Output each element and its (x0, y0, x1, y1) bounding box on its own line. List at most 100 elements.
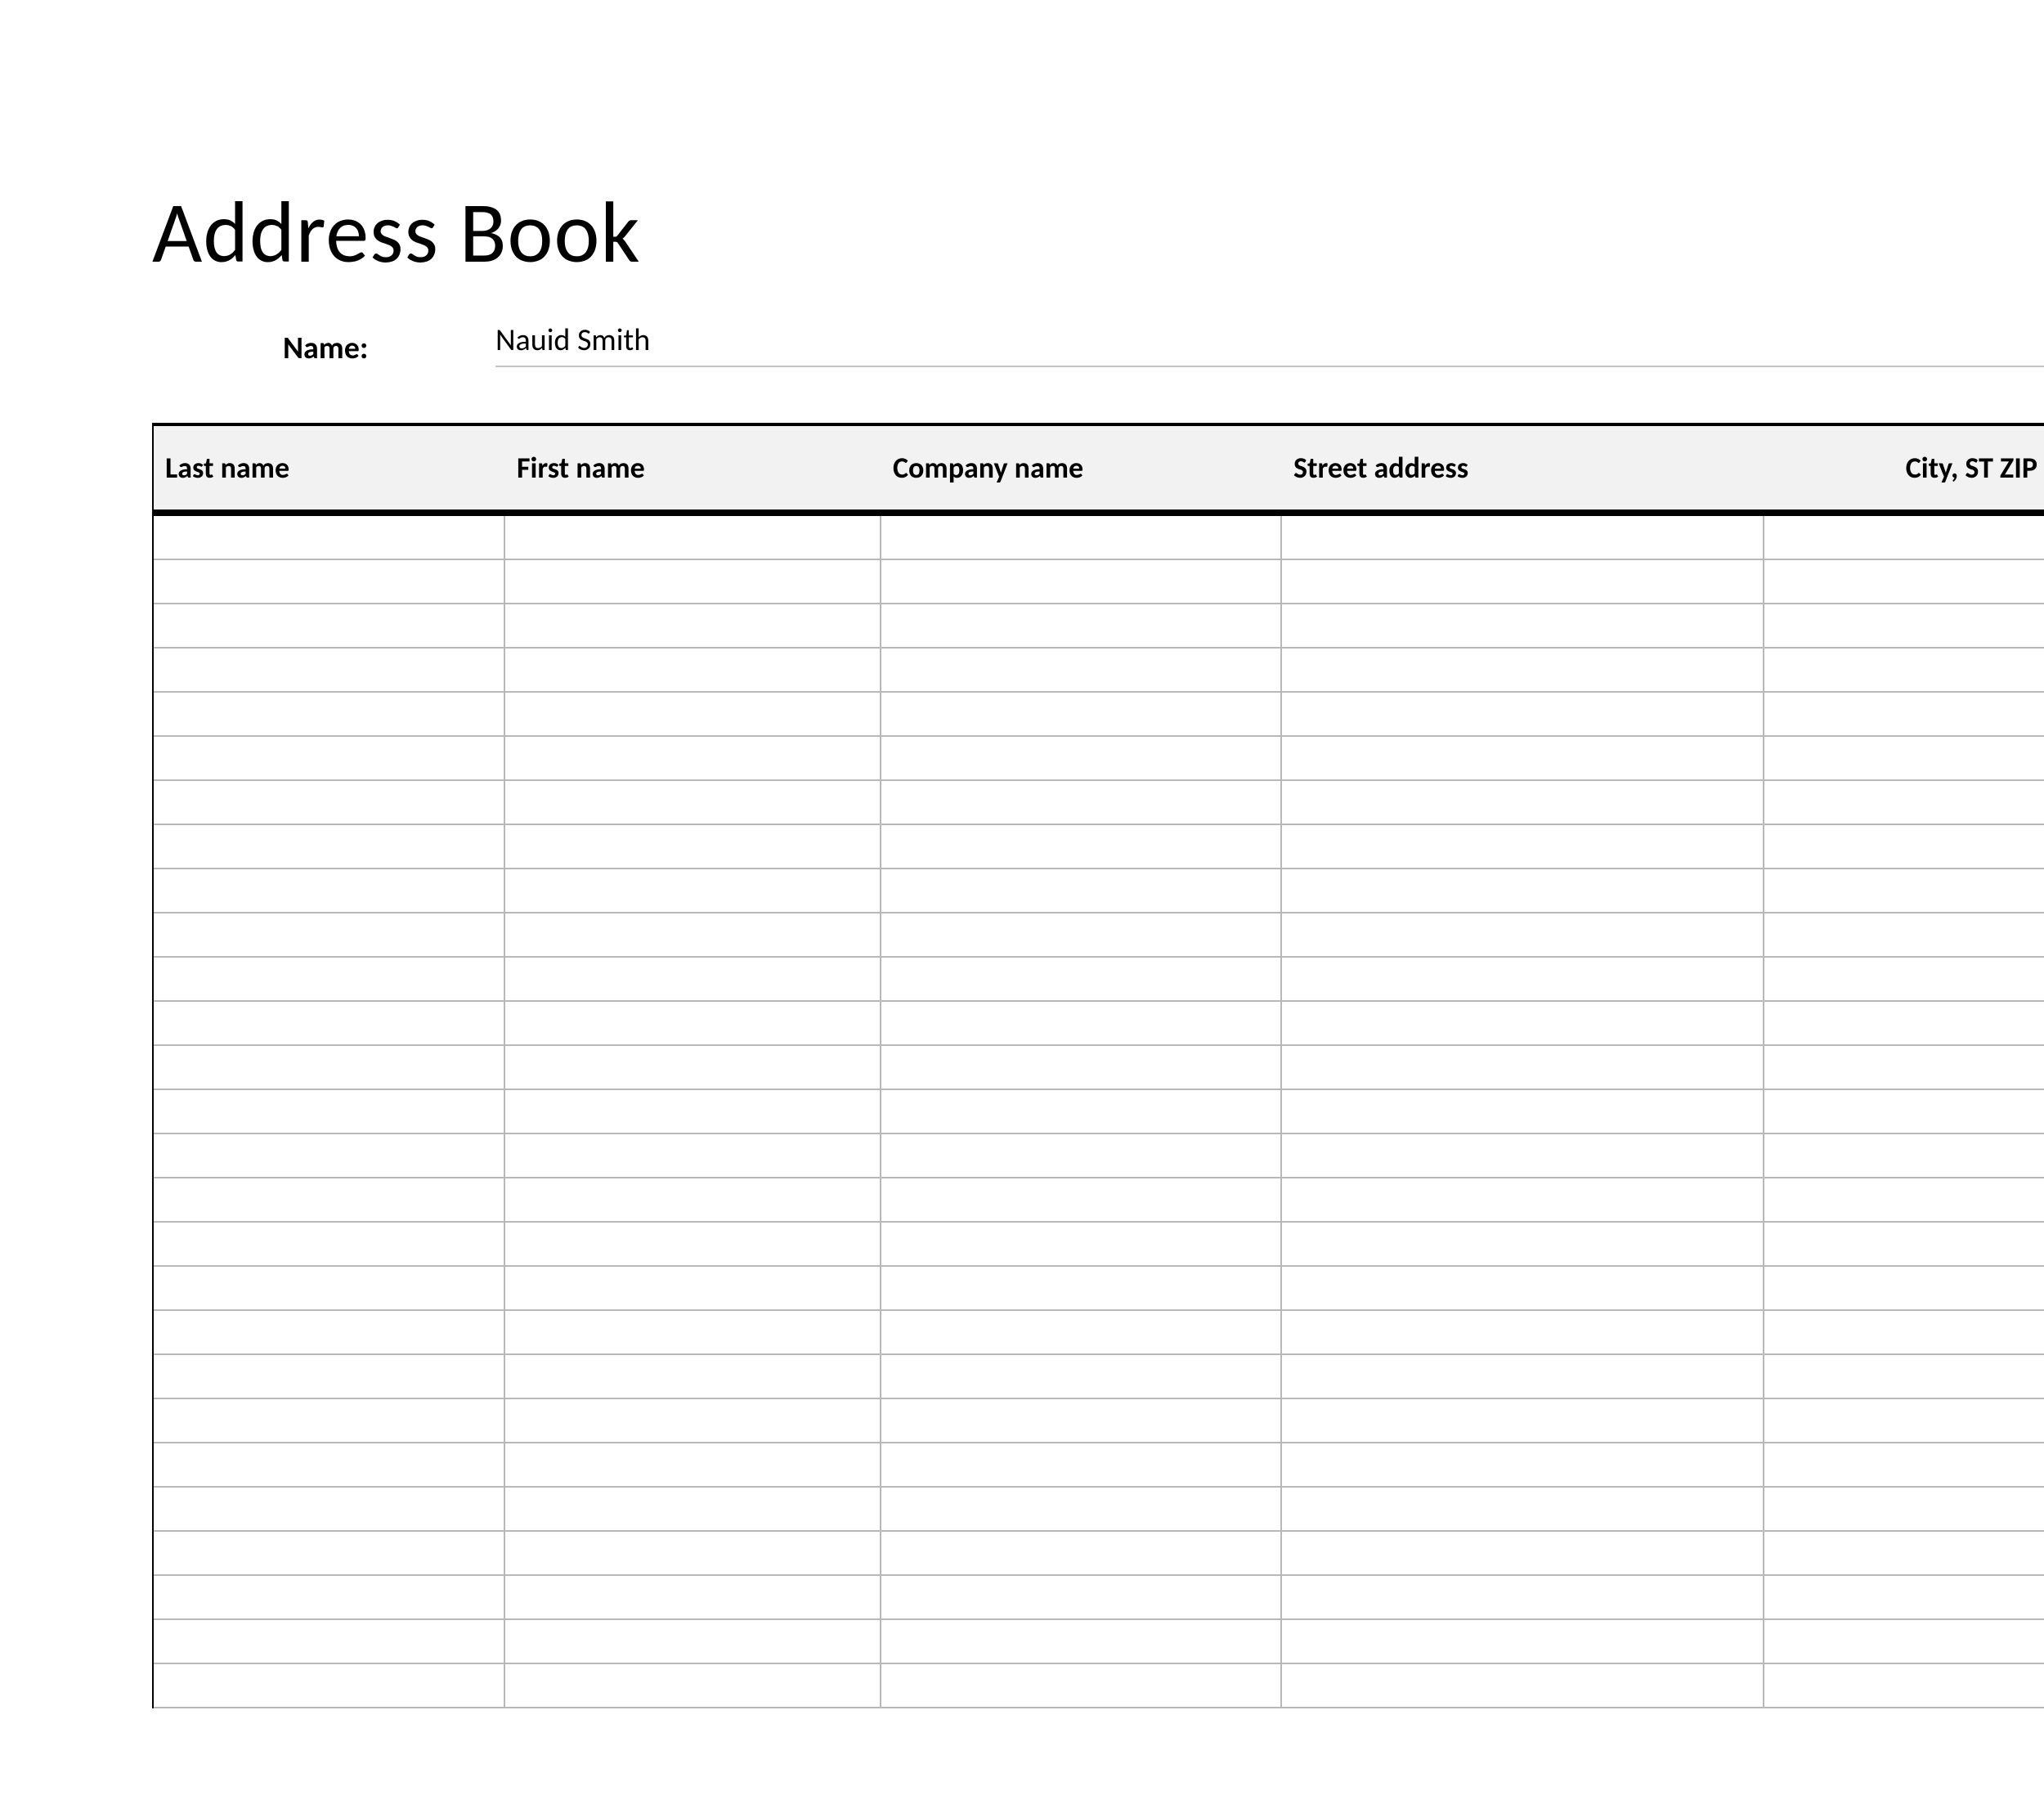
table-cell[interactable] (881, 693, 1282, 735)
table-cell[interactable] (881, 825, 1282, 868)
table-cell[interactable] (1282, 1355, 1764, 1398)
table-cell[interactable] (881, 604, 1282, 647)
table-row[interactable] (154, 958, 2044, 1002)
table-cell[interactable] (1282, 913, 1764, 956)
table-cell[interactable] (1282, 560, 1764, 603)
table-cell[interactable] (505, 1443, 881, 1486)
table-cell[interactable] (1764, 1532, 2044, 1574)
table-cell[interactable] (154, 1178, 505, 1221)
table-cell[interactable] (154, 1002, 505, 1044)
table-cell[interactable] (505, 604, 881, 647)
table-cell[interactable] (154, 1267, 505, 1309)
table-cell[interactable] (1282, 1134, 1764, 1177)
table-row[interactable] (154, 1134, 2044, 1178)
table-cell[interactable] (881, 516, 1282, 559)
table-cell[interactable] (154, 516, 505, 559)
table-cell[interactable] (881, 649, 1282, 691)
table-row[interactable] (154, 1223, 2044, 1267)
table-cell[interactable] (505, 1223, 881, 1265)
table-row[interactable] (154, 825, 2044, 869)
table-cell[interactable] (1282, 649, 1764, 691)
table-cell[interactable] (881, 913, 1282, 956)
table-cell[interactable] (505, 869, 881, 912)
table-cell[interactable] (505, 516, 881, 559)
table-cell[interactable] (881, 1267, 1282, 1309)
table-cell[interactable] (881, 1620, 1282, 1663)
table-cell[interactable] (1764, 737, 2044, 779)
table-cell[interactable] (1764, 825, 2044, 868)
table-cell[interactable] (505, 1355, 881, 1398)
table-cell[interactable] (1764, 1267, 2044, 1309)
table-cell[interactable] (1282, 1090, 1764, 1133)
table-cell[interactable] (505, 1002, 881, 1044)
table-cell[interactable] (505, 649, 881, 691)
table-cell[interactable] (1764, 1002, 2044, 1044)
table-row[interactable] (154, 1620, 2044, 1664)
table-cell[interactable] (1282, 1620, 1764, 1663)
table-row[interactable] (154, 1399, 2044, 1443)
table-row[interactable] (154, 560, 2044, 604)
table-cell[interactable] (1764, 1664, 2044, 1707)
table-cell[interactable] (1282, 1488, 1764, 1530)
table-cell[interactable] (1764, 869, 2044, 912)
table-cell[interactable] (1764, 1311, 2044, 1353)
table-cell[interactable] (881, 1355, 1282, 1398)
table-cell[interactable] (505, 1090, 881, 1133)
table-cell[interactable] (1282, 1002, 1764, 1044)
table-row[interactable] (154, 1002, 2044, 1046)
table-cell[interactable] (505, 825, 881, 868)
table-cell[interactable] (1764, 1178, 2044, 1221)
table-cell[interactable] (154, 1090, 505, 1133)
table-cell[interactable] (505, 1532, 881, 1574)
table-row[interactable] (154, 604, 2044, 649)
table-cell[interactable] (881, 1134, 1282, 1177)
table-row[interactable] (154, 869, 2044, 913)
table-cell[interactable] (505, 737, 881, 779)
table-cell[interactable] (505, 1311, 881, 1353)
table-cell[interactable] (154, 1532, 505, 1574)
table-cell[interactable] (881, 1002, 1282, 1044)
table-cell[interactable] (881, 560, 1282, 603)
table-cell[interactable] (881, 781, 1282, 824)
table-cell[interactable] (1282, 1046, 1764, 1089)
table-cell[interactable] (505, 560, 881, 603)
table-cell[interactable] (1764, 1134, 2044, 1177)
table-cell[interactable] (154, 1576, 505, 1618)
table-cell[interactable] (1282, 1267, 1764, 1309)
table-cell[interactable] (154, 1223, 505, 1265)
table-cell[interactable] (881, 1046, 1282, 1089)
table-cell[interactable] (1282, 1399, 1764, 1442)
table-cell[interactable] (1764, 649, 2044, 691)
table-cell[interactable] (881, 1311, 1282, 1353)
table-cell[interactable] (881, 737, 1282, 779)
table-cell[interactable] (1282, 1532, 1764, 1574)
table-cell[interactable] (1764, 516, 2044, 559)
table-row[interactable] (154, 1355, 2044, 1399)
table-cell[interactable] (154, 1620, 505, 1663)
table-cell[interactable] (1764, 1620, 2044, 1663)
table-cell[interactable] (505, 1399, 881, 1442)
table-cell[interactable] (505, 1488, 881, 1530)
table-row[interactable] (154, 1488, 2044, 1532)
table-cell[interactable] (1282, 516, 1764, 559)
table-cell[interactable] (881, 869, 1282, 912)
table-cell[interactable] (1282, 1443, 1764, 1486)
table-cell[interactable] (505, 1576, 881, 1618)
table-row[interactable] (154, 1664, 2044, 1708)
table-cell[interactable] (154, 604, 505, 647)
table-cell[interactable] (505, 1178, 881, 1221)
table-cell[interactable] (1282, 958, 1764, 1000)
table-cell[interactable] (1282, 1311, 1764, 1353)
table-cell[interactable] (1764, 958, 2044, 1000)
table-cell[interactable] (154, 1443, 505, 1486)
table-cell[interactable] (154, 1046, 505, 1089)
table-cell[interactable] (881, 1090, 1282, 1133)
table-cell[interactable] (505, 913, 881, 956)
table-cell[interactable] (881, 1488, 1282, 1530)
table-row[interactable] (154, 516, 2044, 560)
table-cell[interactable] (505, 1267, 881, 1309)
table-row[interactable] (154, 1046, 2044, 1090)
table-cell[interactable] (1764, 1488, 2044, 1530)
table-cell[interactable] (1282, 781, 1764, 824)
table-cell[interactable] (154, 1399, 505, 1442)
